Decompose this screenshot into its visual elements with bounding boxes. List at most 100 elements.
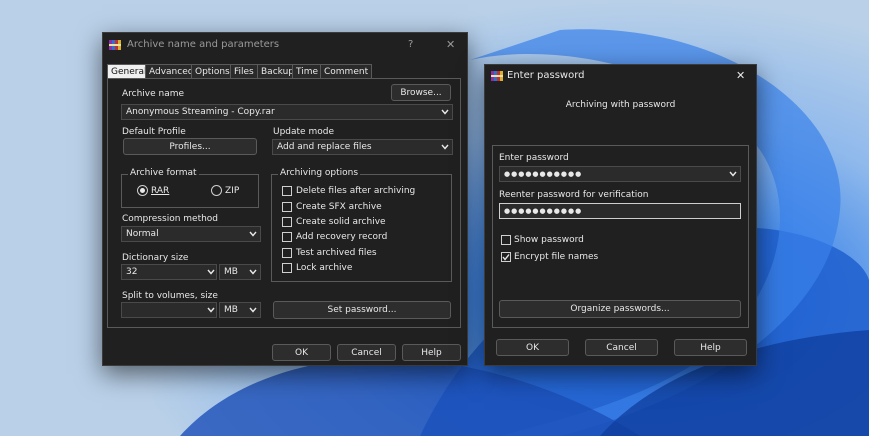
tab-time[interactable]: Time xyxy=(292,64,323,78)
browse-button[interactable]: Browse... xyxy=(391,84,451,101)
delete-files-checkbox[interactable] xyxy=(282,186,292,196)
show-password-label[interactable]: Show password xyxy=(514,235,584,245)
browse-button-label: Browse... xyxy=(400,87,442,98)
chevron-down-icon[interactable] xyxy=(205,266,217,278)
help-icon[interactable]: ? xyxy=(408,39,413,50)
format-zip-label[interactable]: ZIP xyxy=(225,186,239,196)
lock-archive-label[interactable]: Lock archive xyxy=(296,263,352,273)
ok-button-label: OK xyxy=(295,347,308,358)
cancel-button-label: Cancel xyxy=(606,342,637,353)
archive-name-value: Anonymous Streaming - Copy.rar xyxy=(126,107,275,117)
password-dialog-heading: Archiving with password xyxy=(565,100,676,110)
update-mode-select[interactable]: Add and replace files xyxy=(272,139,453,155)
archive-name-input[interactable]: Anonymous Streaming - Copy.rar xyxy=(121,104,453,120)
enter-password-label: Enter password xyxy=(499,153,569,163)
recovery-record-checkbox[interactable] xyxy=(282,232,292,242)
chevron-down-icon[interactable] xyxy=(205,304,217,316)
help-button-label: Help xyxy=(700,342,721,353)
archiving-options-label: Archiving options xyxy=(278,168,361,178)
tab-label: General xyxy=(111,67,147,77)
recovery-record-label[interactable]: Add recovery record xyxy=(296,232,387,242)
set-password-label: Set password... xyxy=(327,305,397,315)
split-volumes-label: Split to volumes, size xyxy=(122,291,218,301)
tab-label: Options xyxy=(195,66,230,77)
ok-button[interactable]: OK xyxy=(272,344,331,361)
close-icon[interactable]: ✕ xyxy=(736,69,745,82)
reenter-password-value: ●●●●●●●●●●● xyxy=(504,207,583,215)
create-sfx-checkbox[interactable] xyxy=(282,202,292,212)
cancel-button[interactable]: Cancel xyxy=(585,339,658,356)
profiles-button[interactable]: Profiles... xyxy=(123,138,257,155)
format-zip-radio[interactable] xyxy=(211,185,222,196)
tab-label: Backup xyxy=(261,66,294,77)
tab-label: Files xyxy=(234,66,254,77)
reenter-password-input[interactable]: ●●●●●●●●●●● xyxy=(499,203,741,219)
enter-password-value: ●●●●●●●●●●● xyxy=(504,170,583,178)
update-mode-label: Update mode xyxy=(273,127,334,137)
set-password-button[interactable]: Set password... xyxy=(273,301,451,319)
dictionary-size-label: Dictionary size xyxy=(122,253,189,263)
organize-passwords-button[interactable]: Organize passwords... xyxy=(499,300,741,318)
compression-method-label: Compression method xyxy=(122,214,219,224)
organize-passwords-label: Organize passwords... xyxy=(570,304,670,314)
format-rar-radio[interactable] xyxy=(137,185,148,196)
archive-dialog-title: Archive name and parameters xyxy=(127,39,280,50)
encrypt-names-checkbox[interactable] xyxy=(501,252,511,262)
help-button[interactable]: Help xyxy=(402,344,461,361)
test-files-checkbox[interactable] xyxy=(282,248,292,258)
chevron-down-icon[interactable] xyxy=(727,168,739,180)
compression-method-select[interactable]: Normal xyxy=(121,226,261,242)
enter-password-input[interactable]: ●●●●●●●●●●● xyxy=(499,166,741,182)
archive-parameters-dialog: Archive name and parameters ? ✕ General … xyxy=(102,32,468,366)
tab-label: Advanced xyxy=(149,66,194,77)
chevron-down-icon[interactable] xyxy=(247,228,259,240)
password-dialog-titlebar[interactable]: Enter password ✕ xyxy=(485,65,756,89)
reenter-password-label: Reenter password for verification xyxy=(499,190,649,200)
ok-button-label: OK xyxy=(526,342,539,353)
create-solid-checkbox[interactable] xyxy=(282,217,292,227)
delete-files-label[interactable]: Delete files after archiving xyxy=(296,186,415,196)
create-solid-label[interactable]: Create solid archive xyxy=(296,217,386,227)
chevron-down-icon[interactable] xyxy=(439,141,451,153)
split-unit-value: MB xyxy=(224,305,238,315)
dictionary-size-value: 32 xyxy=(126,267,138,277)
show-password-checkbox[interactable] xyxy=(501,235,511,245)
compression-method-value: Normal xyxy=(126,229,159,239)
chevron-down-icon[interactable] xyxy=(247,304,259,316)
test-files-label[interactable]: Test archived files xyxy=(296,248,377,258)
checkmark-icon xyxy=(502,254,510,261)
chevron-down-icon[interactable] xyxy=(247,266,259,278)
format-rar-label[interactable]: RAR xyxy=(151,186,169,196)
chevron-down-icon[interactable] xyxy=(439,106,451,118)
split-volumes-input[interactable] xyxy=(121,302,217,318)
winrar-books-icon xyxy=(491,70,503,82)
tab-general[interactable]: General xyxy=(107,64,151,79)
enter-password-dialog: Enter password ✕ Archiving with password… xyxy=(484,64,757,366)
lock-archive-checkbox[interactable] xyxy=(282,263,292,273)
encrypt-names-label[interactable]: Encrypt file names xyxy=(514,252,598,262)
dictionary-unit-value: MB xyxy=(224,267,238,277)
ok-button[interactable]: OK xyxy=(496,339,569,356)
tab-files[interactable]: Files xyxy=(230,64,258,78)
winrar-books-icon xyxy=(109,39,121,51)
update-mode-value: Add and replace files xyxy=(277,142,372,152)
tab-advanced[interactable]: Advanced xyxy=(145,64,198,78)
cancel-button-label: Cancel xyxy=(351,347,382,358)
create-sfx-label[interactable]: Create SFX archive xyxy=(296,202,382,212)
close-icon[interactable]: ✕ xyxy=(446,38,455,51)
tab-label: Comment xyxy=(324,66,369,77)
tab-options[interactable]: Options xyxy=(191,64,234,78)
tab-label: Time xyxy=(296,66,319,77)
help-button[interactable]: Help xyxy=(674,339,747,356)
help-button-label: Help xyxy=(421,347,442,358)
tab-comment[interactable]: Comment xyxy=(320,64,373,78)
tab-strip: General Advanced Options Files Backup Ti… xyxy=(107,64,461,79)
default-profile-label: Default Profile xyxy=(122,127,186,137)
archive-name-label: Archive name xyxy=(122,89,185,99)
password-dialog-title: Enter password xyxy=(507,70,585,81)
cancel-button[interactable]: Cancel xyxy=(337,344,396,361)
dictionary-size-input[interactable]: 32 xyxy=(121,264,217,280)
archive-dialog-titlebar[interactable]: Archive name and parameters ? ✕ xyxy=(103,33,467,57)
archive-format-label: Archive format xyxy=(128,168,199,178)
profiles-button-label: Profiles... xyxy=(169,141,211,152)
